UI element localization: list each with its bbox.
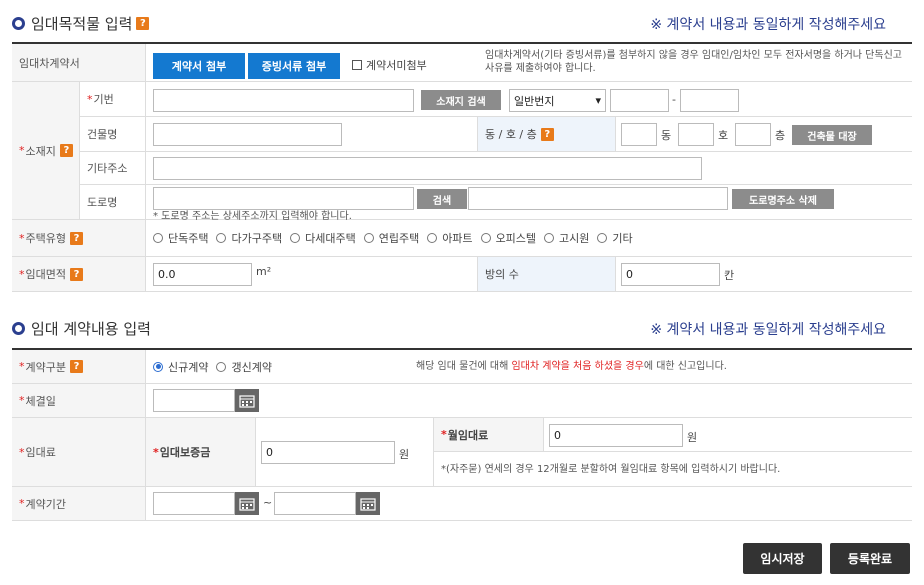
help-icon[interactable]: ? — [69, 267, 83, 281]
section-bullet-icon — [12, 321, 25, 335]
radio-multi-household[interactable]: 다가구주택 — [216, 230, 282, 246]
sign-date-input[interactable] — [153, 389, 235, 412]
dong-ho-label: 동 / 호 / 층? — [478, 117, 616, 152]
help-icon[interactable]: ? — [540, 127, 554, 141]
road-input[interactable] — [153, 187, 414, 210]
contract-label: 임대차계약서 — [12, 44, 146, 82]
register-done-button[interactable]: 등록완료 — [830, 543, 910, 574]
road-label: 도로명 — [80, 185, 146, 220]
checkbox-icon[interactable] — [352, 60, 362, 70]
radio-gosiwon[interactable]: 고시원 — [544, 230, 589, 246]
building-label: 건물명 — [80, 117, 146, 152]
temp-save-button[interactable]: 임시저장 — [743, 543, 822, 574]
other-address-label: 기타주소 — [80, 152, 146, 185]
radio-renewal-contract[interactable]: 갱신계약 — [216, 359, 272, 375]
dong-input[interactable] — [621, 123, 657, 146]
floor-input[interactable] — [735, 123, 771, 146]
road-detail-input[interactable] — [468, 187, 728, 210]
jibun-input[interactable] — [153, 89, 414, 112]
sign-date-label: * 체결일 — [12, 384, 146, 418]
attach-proof-button[interactable]: 증빙서류 첨부 — [248, 53, 340, 79]
calendar-icon[interactable] — [356, 492, 380, 515]
attach-contract-button[interactable]: 계약서 첨부 — [153, 53, 245, 79]
housing-type-options: 단독주택 다가구주택 다세대주택 연립주택 아파트 오피스텔 고시원 기타 — [146, 220, 912, 257]
lot-type-select[interactable]: 일반번지 ▾ — [509, 89, 606, 112]
radio-detached[interactable]: 단독주택 — [153, 230, 208, 246]
section1-form: 임대차계약서 계약서 첨부 증빙서류 첨부 계약서미첨부 임대차계약서(기타 증… — [12, 42, 912, 292]
monthly-label: * 월임대료 — [434, 418, 544, 452]
jibun-label: * 기번 — [80, 82, 146, 117]
other-address-input[interactable] — [153, 157, 702, 180]
search-location-button[interactable]: 소재지 검색 — [421, 90, 501, 110]
rent-label: * 임대료 — [12, 418, 146, 487]
section2-form: * 계약구분? 신규계약 갱신계약 해당 임대 물건에 대해 임대차 계약을 처음… — [12, 348, 912, 521]
monthly-note: *(자주묻) 연세의 경우 12개월로 분할하여 월임대료 항목에 입력하시기 … — [441, 463, 781, 475]
help-icon[interactable]: ? — [136, 16, 150, 30]
section2-title: 임대 계약내용 입력 — [12, 317, 151, 339]
section-bullet-icon — [12, 16, 25, 30]
road-search-button[interactable]: 검색 — [417, 189, 467, 209]
contract-note: 임대차계약서(기타 증빙서류)를 첨부하지 않을 경우 임대인/임차인 모두 전… — [485, 50, 902, 74]
monthly-input[interactable]: 0 — [549, 424, 683, 447]
section2-notice: ※ 계약서 내용과 동일하게 작성해주세요 — [650, 322, 886, 338]
housing-type-label: * 주택유형? — [12, 220, 146, 257]
contract-type-note: 해당 임대 물건에 대해 임대차 계약을 처음 하셨을 경우에 대한 신고입니다… — [415, 361, 727, 372]
help-icon[interactable]: ? — [69, 231, 83, 245]
radio-apartment[interactable]: 아파트 — [427, 230, 473, 246]
area-input[interactable]: 0.0 — [153, 263, 252, 286]
delete-road-button[interactable]: 도로명주소 삭제 — [732, 189, 834, 209]
period-end-input[interactable] — [274, 492, 356, 515]
radio-new-contract[interactable]: 신규계약 — [153, 359, 208, 375]
help-icon[interactable]: ? — [59, 144, 73, 157]
ho-input[interactable] — [678, 123, 714, 146]
rooms-input[interactable]: 0 — [621, 263, 720, 286]
lot-main-input[interactable] — [610, 89, 669, 112]
building-register-button[interactable]: 건축물 대장 — [792, 125, 872, 145]
radio-officetel[interactable]: 오피스텔 — [480, 230, 536, 246]
chevron-down-icon: ▾ — [595, 94, 601, 107]
radio-other[interactable]: 기타 — [597, 230, 633, 246]
deposit-label: * 임대보증금 — [146, 418, 256, 487]
lot-sub-input[interactable] — [680, 89, 739, 112]
no-contract-checkbox[interactable]: 계약서미첨부 — [352, 57, 427, 73]
radio-multiplex[interactable]: 다세대주택 — [290, 230, 356, 246]
calendar-icon[interactable] — [235, 492, 259, 515]
building-input[interactable] — [153, 123, 342, 146]
section1-title: 임대목적물 입력 ? — [12, 12, 150, 34]
area-unit: m² — [256, 265, 272, 278]
deposit-input[interactable]: 0 — [261, 441, 395, 464]
calendar-icon[interactable] — [235, 389, 259, 412]
period-start-input[interactable] — [153, 492, 235, 515]
contract-type-label: * 계약구분? — [12, 350, 146, 384]
section1-notice: ※ 계약서 내용과 동일하게 작성해주세요 — [650, 17, 886, 33]
radio-row-house[interactable]: 연립주택 — [363, 230, 419, 246]
area-label: * 임대면적? — [12, 257, 146, 292]
help-icon[interactable]: ? — [69, 360, 83, 373]
period-label: * 계약기간 — [12, 487, 146, 521]
rooms-label: 방의 수 — [478, 257, 616, 292]
location-label: * 소재지? — [12, 82, 80, 220]
